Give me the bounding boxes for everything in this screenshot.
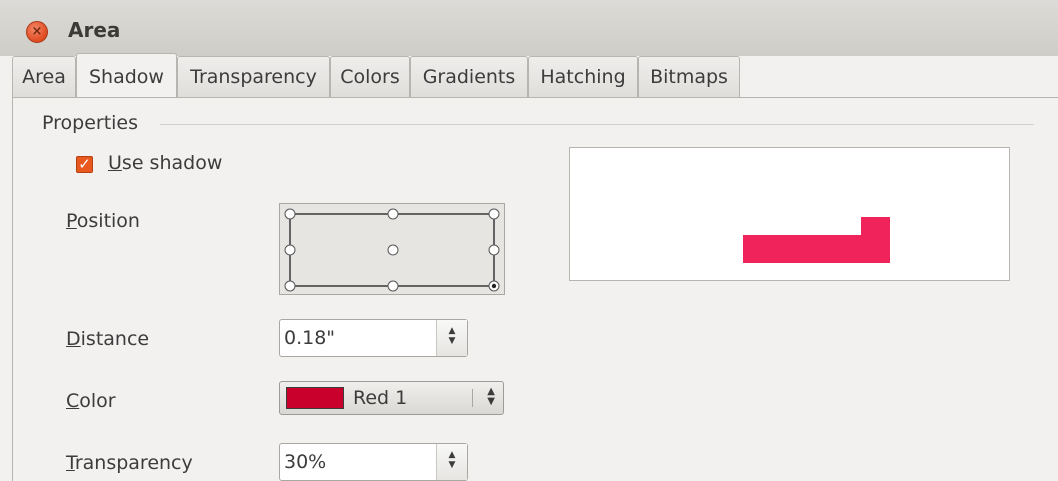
position-label: Position: [66, 210, 140, 232]
section-properties-label: Properties: [42, 112, 139, 134]
window-title: Area: [68, 18, 121, 42]
distance-label: Distance: [66, 328, 150, 350]
tab-gradients[interactable]: Gradients: [410, 56, 528, 97]
tab-transparency[interactable]: Transparency: [177, 56, 330, 97]
dropdown-arrow-icon[interactable]: ▲ ▼: [487, 387, 495, 407]
color-swatch: [286, 387, 344, 409]
position-radio-bottom-right[interactable]: [488, 280, 500, 292]
use-shadow-checkbox[interactable]: ✓: [76, 156, 93, 173]
dropdown-separator: [472, 389, 473, 407]
tab-area[interactable]: Area: [12, 56, 76, 97]
position-radio-top-right[interactable]: [488, 208, 500, 220]
position-radio-bottom-center[interactable]: [387, 280, 399, 292]
position-radio-middle-right[interactable]: [488, 244, 500, 256]
distance-spin-buttons[interactable]: ▲ ▼: [436, 320, 467, 356]
shadow-preview: [569, 147, 1010, 281]
transparency-value[interactable]: 30%: [284, 451, 326, 473]
tab-hatching[interactable]: Hatching: [528, 56, 638, 97]
tab-shadow[interactable]: Shadow: [76, 53, 177, 97]
section-divider: [160, 124, 1034, 125]
position-radio-middle-left[interactable]: [284, 244, 296, 256]
tab-colors[interactable]: Colors: [330, 56, 410, 97]
position-selector[interactable]: [279, 203, 505, 295]
tab-bitmaps[interactable]: Bitmaps: [638, 56, 740, 97]
transparency-spin-buttons[interactable]: ▲ ▼: [436, 444, 467, 480]
position-radio-bottom-left[interactable]: [284, 280, 296, 292]
color-value: Red 1: [353, 387, 408, 409]
position-radio-top-center[interactable]: [387, 208, 399, 220]
position-radio-top-left[interactable]: [284, 208, 296, 220]
distance-value[interactable]: 0.18": [284, 327, 335, 349]
title-bar: × Area: [0, 0, 1058, 56]
close-icon[interactable]: ×: [26, 21, 48, 43]
preview-shadow-shape-tab: [861, 217, 890, 263]
position-radio-center[interactable]: [387, 244, 399, 256]
use-shadow-label[interactable]: Use shadow: [108, 152, 222, 174]
color-label: Color: [66, 390, 116, 412]
transparency-spinbox[interactable]: 30% ▲ ▼: [279, 443, 468, 481]
distance-spinbox[interactable]: 0.18" ▲ ▼: [279, 319, 468, 357]
transparency-label: Transparency: [66, 452, 193, 474]
color-dropdown[interactable]: Red 1 ▲ ▼: [279, 381, 504, 415]
